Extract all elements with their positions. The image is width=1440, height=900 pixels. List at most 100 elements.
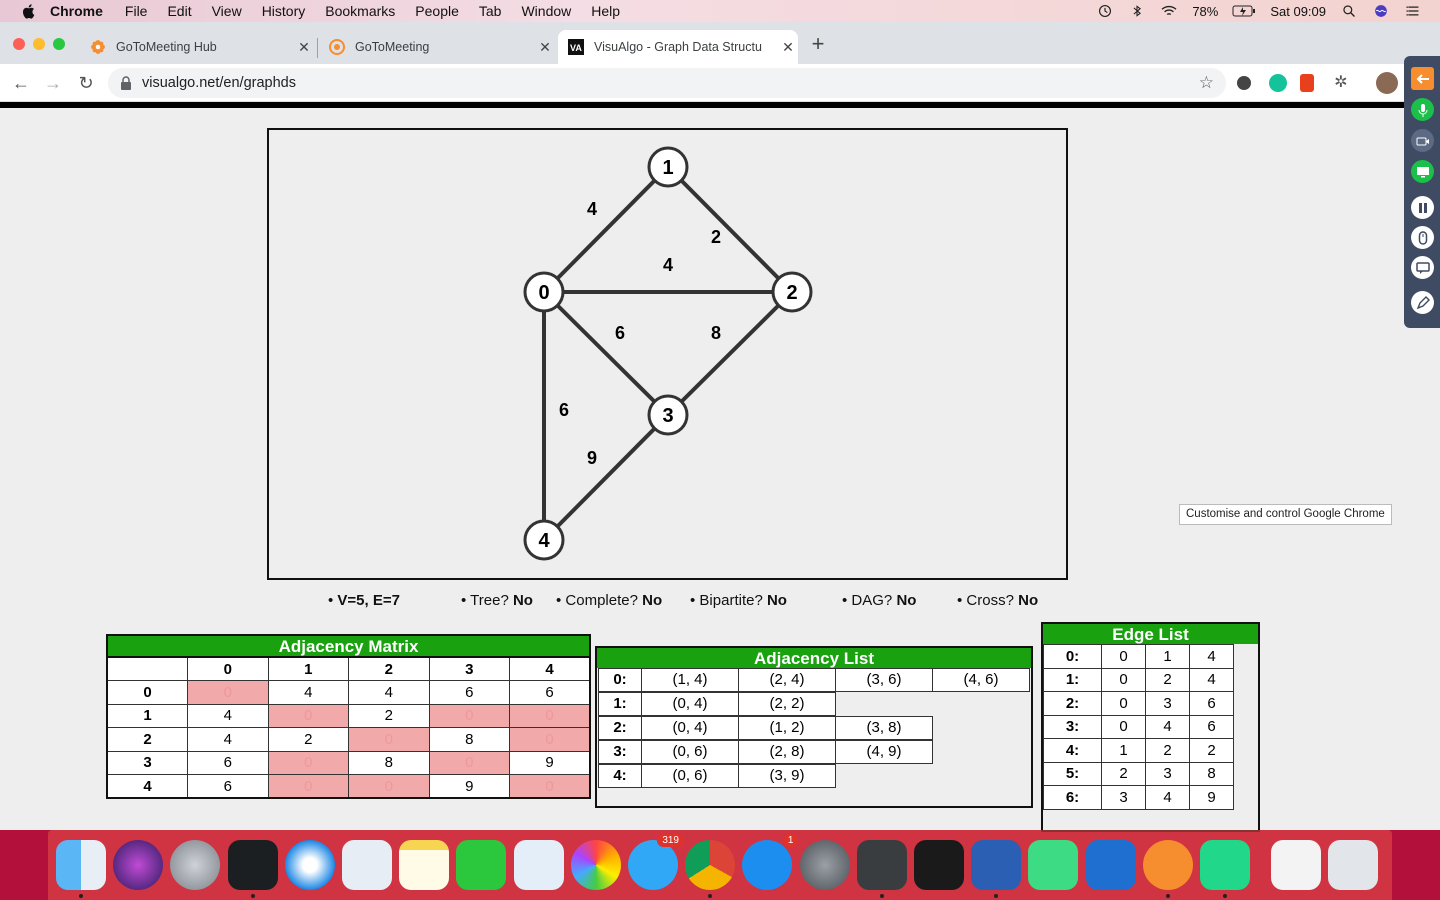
battery-icon[interactable]	[1232, 4, 1256, 18]
tab-gotomeeting[interactable]: GoToMeeting ✕	[319, 30, 555, 64]
time-machine-icon[interactable]	[1096, 4, 1114, 18]
clock[interactable]: Sat 09:09	[1270, 4, 1326, 19]
siri-icon[interactable]	[113, 840, 164, 890]
graph-edge-0-3[interactable]	[542, 290, 670, 417]
menu-people[interactable]: People	[415, 3, 459, 19]
matrix-row: 004466	[106, 680, 591, 705]
bookmark-star-icon[interactable]: ☆	[1199, 73, 1214, 93]
running-indicator	[250, 894, 255, 898]
tab-close-icon[interactable]: ✕	[535, 39, 555, 56]
edge-list-cell: 6	[1189, 691, 1234, 716]
notification-center-icon[interactable]	[1404, 4, 1422, 18]
preview-icon[interactable]	[513, 840, 564, 890]
bluetooth-icon[interactable]	[1128, 4, 1146, 18]
edge-list-cell: 4	[1145, 785, 1190, 810]
vertex-label: 2	[786, 282, 797, 304]
adjacency-list-item: (4, 9)	[835, 740, 933, 764]
graph-edge-0-1[interactable]	[542, 165, 670, 294]
menu-view[interactable]: View	[212, 3, 242, 19]
microphone-icon[interactable]	[1411, 98, 1434, 121]
sublime-text-icon[interactable]	[856, 840, 907, 898]
window-close-button[interactable]	[13, 38, 25, 50]
mouse-control-icon[interactable]	[1411, 226, 1434, 249]
menu-edit[interactable]: Edit	[167, 3, 191, 19]
photos-icon[interactable]	[570, 840, 621, 890]
matrix-header-row: 01234	[106, 656, 591, 681]
xcode-icon[interactable]	[1085, 840, 1136, 890]
spotlight-search-icon[interactable]	[1340, 4, 1358, 18]
menu-bookmarks[interactable]: Bookmarks	[325, 3, 395, 19]
chat-icon[interactable]	[1411, 256, 1434, 279]
safari-icon[interactable]	[284, 840, 335, 890]
tab-visualgo[interactable]: VA VisuAlgo - Graph Data Structu ✕	[558, 30, 798, 64]
system-preferences-icon[interactable]	[799, 840, 850, 890]
chrome-icon[interactable]	[685, 840, 736, 898]
collapse-arrow-icon[interactable]	[1411, 67, 1434, 90]
url-text: visualgo.net/en/graphds	[142, 75, 296, 91]
terminal-icon[interactable]	[914, 840, 964, 890]
matrix-cell: 0	[267, 750, 349, 775]
menu-history[interactable]: History	[262, 3, 306, 19]
gotomeeting-icon[interactable]	[1142, 840, 1193, 898]
matrix-cell: 0	[267, 774, 349, 799]
extension-gear-icon[interactable]: ✲	[1332, 74, 1350, 92]
profile-avatar[interactable]	[1376, 72, 1398, 94]
extension-circle-icon[interactable]	[1237, 76, 1251, 90]
browser-tab-bar: GoToMeeting Hub ✕ GoToMeeting ✕ VA VisuA…	[0, 22, 1440, 64]
edge-list-cell: 3	[1101, 785, 1146, 810]
screen-share-icon[interactable]	[1411, 160, 1434, 183]
back-arrow-icon[interactable]: ←	[10, 72, 32, 94]
camera-icon[interactable]	[1411, 129, 1434, 152]
apple-icon[interactable]	[20, 2, 38, 20]
window-minimize-button[interactable]	[33, 38, 45, 50]
tab-gotomeeting-hub[interactable]: GoToMeeting Hub ✕	[80, 30, 314, 64]
forward-arrow-icon[interactable]: →	[42, 72, 64, 94]
android-studio-icon[interactable]	[1028, 840, 1079, 890]
graph-edge-1-2[interactable]	[666, 165, 794, 294]
adjacency-list-item: (3, 9)	[738, 764, 836, 788]
new-tab-button[interactable]: +	[808, 31, 828, 57]
mail-icon[interactable]	[342, 840, 392, 890]
finder-icon[interactable]	[56, 840, 106, 898]
window-zoom-button[interactable]	[53, 38, 65, 50]
adjacency-list-key: 3:	[598, 740, 642, 764]
menu-file[interactable]: File	[125, 3, 148, 19]
edge-weight-label: 6	[559, 400, 569, 420]
graph-edge-3-4[interactable]	[542, 413, 670, 542]
messages-icon[interactable]: 319	[628, 834, 684, 890]
matrix-cell: 0	[348, 774, 430, 799]
siri-menu-icon[interactable]	[1372, 4, 1390, 18]
adjacency-list-item: (2, 8)	[738, 740, 836, 764]
word-icon[interactable]	[971, 840, 1022, 898]
pycharm-icon[interactable]	[1200, 840, 1250, 898]
adjacency-list-key: 1:	[598, 692, 642, 716]
launchpad-icon[interactable]	[170, 840, 221, 890]
activity-monitor-icon[interactable]	[227, 840, 278, 898]
address-bar[interactable]: visualgo.net/en/graphds ☆	[108, 68, 1226, 98]
matrix-row-header: 0	[106, 680, 188, 705]
reload-icon[interactable]: ↻	[75, 72, 97, 94]
tab-close-icon[interactable]: ✕	[294, 39, 314, 56]
wifi-icon[interactable]	[1160, 4, 1178, 18]
edge-list-row: 3: 0 4 6	[1043, 714, 1234, 739]
menu-tab[interactable]: Tab	[479, 3, 502, 19]
edge-index: 2:	[1043, 691, 1102, 716]
menu-help[interactable]: Help	[591, 3, 620, 19]
graph-edge-2-3[interactable]	[666, 290, 794, 417]
grammarly-icon[interactable]	[1269, 74, 1287, 92]
matrix-row-header: 4	[106, 774, 188, 799]
edge-list-cell: 4	[1189, 644, 1234, 669]
lastpass-lock-icon[interactable]	[1300, 74, 1314, 92]
drawing-pen-icon[interactable]	[1411, 291, 1434, 314]
menu-app-name[interactable]: Chrome	[50, 3, 103, 19]
trash-icon[interactable]	[1328, 840, 1379, 890]
graph-drawing-canvas[interactable]: 4 2 4 6 8 6 9 1 0 2 3 4	[267, 128, 1068, 580]
app-store-icon[interactable]: 1	[742, 834, 799, 890]
menu-window[interactable]: Window	[521, 3, 571, 19]
pdf-document-icon[interactable]	[1271, 840, 1322, 890]
facetime-icon[interactable]	[456, 840, 507, 890]
notes-icon[interactable]	[399, 840, 450, 890]
tab-close-icon[interactable]: ✕	[778, 39, 798, 56]
adjacency-list-panel: Adjacency List 0: (1, 4) (2, 4) (3, 6) (4, 6…	[595, 646, 1033, 808]
pause-icon[interactable]	[1411, 196, 1434, 219]
